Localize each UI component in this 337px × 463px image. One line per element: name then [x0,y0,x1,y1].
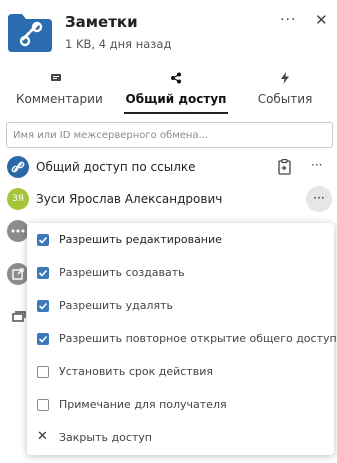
more-shares-icon[interactable] [7,220,29,242]
copy-clipboard-icon[interactable] [278,158,292,178]
share-icon [124,72,228,86]
tab-activity[interactable]: События [252,72,318,106]
menu-item-allow-reshare[interactable]: Разрешить повторное открытие общего дост… [27,324,337,354]
folder-icon [8,12,56,52]
external-link-icon[interactable] [7,263,29,285]
menu-item-allow-create[interactable]: Разрешить создавать [27,258,334,288]
tab-comments-label: Комментарии [16,92,103,106]
bolt-icon [252,72,318,86]
menu-item-label: Примечание для получателя [59,398,227,411]
avatar: ЗЯ [7,188,29,210]
share-permissions-menu: Разрешить редактирование Разрешить созда… [27,223,337,455]
share-user-row: ЗЯ Зуси Ярослав Александрович ··· [0,186,337,212]
menu-item-label: Разрешить удалять [59,299,173,312]
menu-item-label: Закрыть доступ [59,431,152,444]
menu-item-unshare[interactable]: ✕ Закрыть доступ [27,423,334,453]
menu-item-note-to-recipient[interactable]: Примечание для получателя [27,390,334,420]
tab-sharing-label: Общий доступ [125,92,227,106]
menu-item-label: Разрешить создавать [59,266,185,279]
link-more-button[interactable]: ··· [311,158,322,172]
menu-item-label: Разрешить редактирование [59,233,222,246]
menu-item-set-expiration[interactable]: Установить срок действия [27,357,334,387]
share-link-label: Общий доступ по ссылке [36,160,196,174]
menu-item-label: Установить срок действия [59,365,213,378]
checkbox-checked-icon[interactable] [37,300,49,312]
link-icon [7,156,29,178]
user-more-button[interactable]: ··· [306,186,332,212]
checkbox-checked-icon[interactable] [37,267,49,279]
tab-sharing[interactable]: Общий доступ [124,72,228,114]
share-search-input[interactable] [6,122,333,148]
menu-item-allow-delete[interactable]: Разрешить удалять [27,291,334,321]
share-user-name: Зуси Ярослав Александрович [36,192,223,206]
file-title: Заметки [65,13,138,31]
header-more-button[interactable]: ··· [280,12,296,28]
menu-item-label: Разрешить повторное открытие общего дост… [59,332,337,345]
tab-activity-label: События [257,92,313,106]
checkbox-unchecked-icon[interactable] [37,366,49,378]
chat-icon [16,72,96,86]
tab-bar: Комментарии Общий доступ События [0,72,337,118]
file-meta: 1 KB, 4 дня назад [65,37,172,51]
menu-item-allow-edit[interactable]: Разрешить редактирование [27,225,334,255]
checkbox-checked-icon[interactable] [37,234,49,246]
close-icon[interactable]: ✕ [315,11,328,29]
close-icon: ✕ [37,429,48,444]
checkbox-checked-icon[interactable] [37,333,49,345]
tab-comments[interactable]: Комментарии [16,72,103,106]
share-link-row[interactable]: Общий доступ по ссылке ··· [0,154,337,180]
checkbox-unchecked-icon[interactable] [37,399,49,411]
sidebar-header: Заметки 1 KB, 4 дня назад ··· ✕ [0,0,337,60]
versions-icon[interactable] [7,305,29,327]
